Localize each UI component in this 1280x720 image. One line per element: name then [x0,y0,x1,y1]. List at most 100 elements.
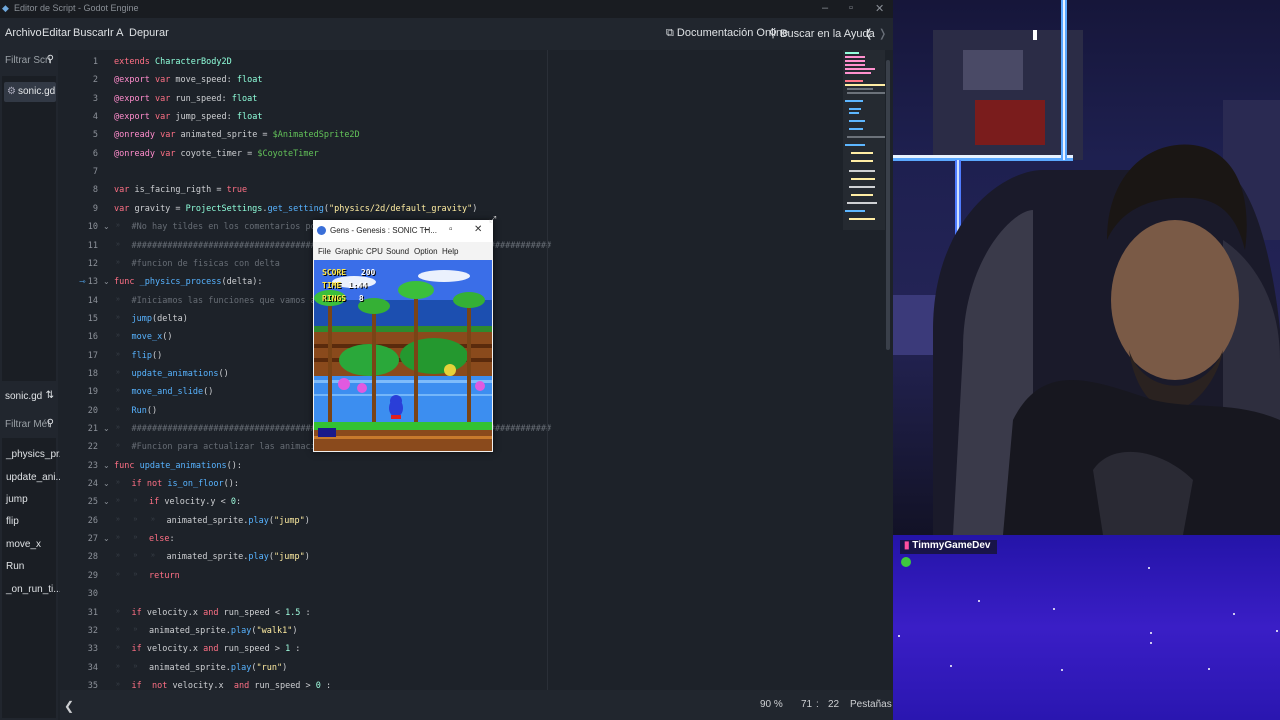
gens-close-icon[interactable]: ✕ [474,224,482,235]
line-number: 25 [87,497,98,508]
search-icon: ⚲ [46,54,54,65]
fold-arrow-icon[interactable]: ⌄ [103,479,110,488]
filter-methods-input[interactable]: Filtrar Mét ⚲ [0,414,58,436]
method-item[interactable]: flip [6,516,19,527]
resize-cursor-icon: ⤢ [489,214,497,224]
gens-menu-graphic[interactable]: Graphic [335,247,363,256]
code-line[interactable]: #No hay tildes en los comentarios por qu… [132,222,342,232]
code-line[interactable]: var is_facing_rigth = true [114,185,247,195]
code-line[interactable]: flip() [132,351,163,361]
method-item[interactable]: jump [6,494,28,505]
scrollbar-thumb[interactable] [886,60,890,350]
line-number: 23 [87,460,98,471]
code-line[interactable]: @export var move_speed: float [114,75,262,85]
gens-menu-sound[interactable]: Sound [386,247,409,256]
method-item[interactable]: Run [6,561,24,572]
line-length-guide [547,50,548,690]
connection-slot-icon[interactable]: ⇾ [79,277,86,286]
gens-menu-help[interactable]: Help [442,247,458,256]
line-number: 35 [87,680,98,690]
help-search-icon: ⚲ [769,28,778,40]
game-screen[interactable]: SCORE 200 TIME 1:44 RINGS 8 [314,260,492,451]
code-line[interactable]: move_x() [132,332,173,342]
window-title: Editor de Script - Godot Engine [14,3,139,13]
code-line[interactable]: animated_sprite.play("walk1") [149,626,297,636]
menu-ir-a[interactable]: Ir A [107,27,124,39]
code-line[interactable]: extends CharacterBody2D [114,57,232,67]
method-item[interactable]: _physics_pr... [6,449,67,460]
code-line[interactable]: Run() [132,406,158,416]
line-number: 9 [92,203,98,214]
cursor-line: 71 [801,699,813,710]
gens-emulator-window[interactable]: Gens - Genesis : SONIC TH... – ▫ ✕ File … [313,220,493,452]
code-line[interactable]: func _physics_process(delta): [114,277,262,287]
fold-arrow-icon[interactable]: ⌄ [103,497,110,506]
fold-arrow-icon[interactable]: ⌄ [103,222,110,231]
code-line[interactable]: return [149,571,180,581]
code-line[interactable]: func update_animations(): [114,461,242,471]
code-line[interactable]: else: [149,534,175,544]
line-number: 1 [92,57,98,67]
gens-title-bar[interactable]: Gens - Genesis : SONIC TH... – ▫ ✕ [313,220,493,242]
code-line[interactable]: move_and_slide() [132,387,214,397]
code-line[interactable]: if velocity.x and run_speed < 1.5 : [132,608,311,618]
script-item-sonic[interactable]: ⚙ sonic.gd [4,82,56,102]
line-number: 3 [92,93,98,104]
code-minimap[interactable] [843,50,887,230]
code-line[interactable]: if not is_on_floor(): [132,479,240,489]
code-line[interactable]: if not velocity.x and run_speed > 0 : [132,681,332,690]
line-number: 14 [87,295,98,306]
indent-mode[interactable]: Pestañas [850,699,892,710]
code-line[interactable]: if velocity.y < 0: [149,497,241,507]
search-help-button[interactable]: ⚲ Buscar en la Ayuda [769,27,875,40]
menu-buscar[interactable]: Buscar [73,27,107,39]
fold-arrow-icon[interactable]: ⌄ [103,424,110,433]
code-line[interactable]: animated_sprite.play("jump") [167,552,310,562]
code-line[interactable]: jump(delta) [132,314,188,324]
code-line[interactable]: animated_sprite.play("run") [149,663,287,673]
gens-menu-option[interactable]: Option [414,247,438,256]
fold-arrow-icon[interactable]: ⌄ [103,534,110,543]
gens-menu-cpu[interactable]: CPU [366,247,383,256]
sort-icon[interactable]: ⇅ [46,390,54,401]
code-line[interactable]: #funcion de fisicas con delta [132,259,280,269]
code-line[interactable]: @export var jump_speed: float [114,112,262,122]
code-line[interactable]: animated_sprite.play("jump") [167,516,310,526]
fold-arrow-icon[interactable]: ⌄ [103,277,110,286]
code-line[interactable]: #Iniciamos las funciones que vamos a usa… [132,296,342,306]
filter-scripts-placeholder: Filtrar Scri [5,55,51,66]
code-line[interactable]: if velocity.x and run_speed > 1 : [132,644,301,654]
maximize-icon[interactable]: ▫ [849,2,853,14]
line-number: 12 [87,258,98,269]
close-icon[interactable]: ✕ [875,2,884,15]
method-item[interactable]: move_x [6,539,41,550]
method-item[interactable]: update_ani... [6,472,64,483]
indent-guide: » [116,295,120,303]
gens-menu-file[interactable]: File [318,247,331,256]
filter-scripts-input[interactable]: Filtrar Scri ⚲ [0,50,58,72]
method-item[interactable]: _on_run_ti... [6,584,62,595]
nav-forward-icon[interactable]: ❭ [878,27,887,40]
gens-minimize-icon[interactable]: – [424,224,430,235]
line-number: 30 [87,589,98,600]
menu-depurar[interactable]: Depurar [129,27,169,39]
indent-guide: » [116,497,120,505]
code-line[interactable]: @onready var coyote_timer = $CoyoteTimer [114,149,319,159]
menu-editar[interactable]: Editar [42,27,71,39]
gear-icon: ⚙ [7,86,16,97]
minimize-icon[interactable]: – [822,2,828,14]
nav-back-icon[interactable]: ❬ [864,27,873,40]
gens-maximize-icon[interactable]: ▫ [449,224,453,235]
menu-archivo[interactable]: Archivo [5,27,42,39]
code-line[interactable]: @export var run_speed: float [114,94,257,104]
zoom-level[interactable]: 90 % [760,699,783,710]
code-line[interactable]: var gravity = ProjectSettings.get_settin… [114,204,477,214]
chat-username: TimmyGameDev [912,540,991,551]
code-line[interactable]: update_animations() [132,369,229,379]
line-number: 10 [87,222,98,233]
fold-arrow-icon[interactable]: ⌄ [103,461,110,470]
toggle-panel-icon[interactable]: ❮ [64,699,74,713]
code-line[interactable]: @onready var animated_sprite = $Animated… [114,130,360,140]
editor-scrollbar[interactable] [885,50,891,690]
indent-guide: » [116,350,120,358]
